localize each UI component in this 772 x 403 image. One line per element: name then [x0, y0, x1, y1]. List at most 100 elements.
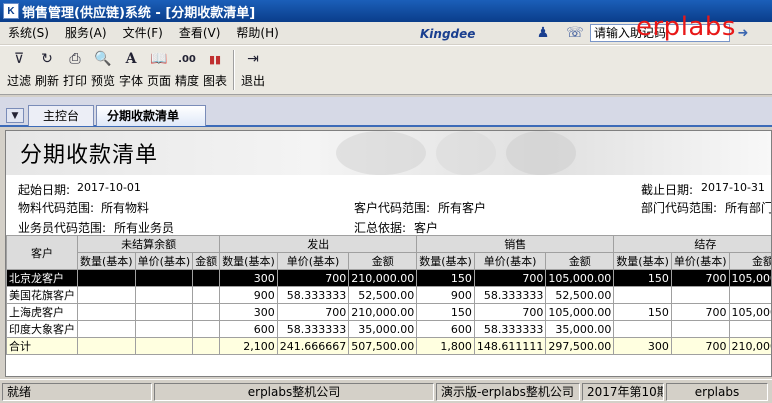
table-cell[interactable] — [670, 286, 730, 304]
table-cell[interactable]: 150 — [613, 269, 672, 287]
print-button[interactable]: ⎙ 打印 — [61, 46, 89, 94]
precision-button[interactable]: .00 精度 — [173, 46, 201, 94]
menu-help[interactable]: 帮助(H) — [228, 22, 286, 44]
column-header-amount[interactable]: 金额 — [348, 252, 418, 270]
table-cell[interactable]: 58.333333 — [276, 320, 350, 338]
page-button[interactable]: 📖 页面 — [145, 46, 173, 94]
table-cell[interactable]: 58.333333 — [276, 286, 350, 304]
table-cell[interactable]: 297,500.00 — [545, 337, 615, 355]
table-cell[interactable]: 600 — [416, 320, 475, 338]
column-header-qty[interactable]: 数量(基本) — [416, 252, 475, 270]
table-cell[interactable]: 700 — [670, 269, 730, 287]
column-header-price[interactable]: 单价(基本) — [134, 252, 194, 270]
table-cell-customer[interactable]: 北京龙客户 — [6, 269, 78, 287]
table-cell[interactable]: 700 — [276, 269, 350, 287]
table-cell[interactable]: 241.666667 — [276, 337, 350, 355]
table-row[interactable]: 上海虎客户 300 700 210,000.00 150 700 105,000.00 … — [6, 303, 771, 321]
preview-button[interactable]: 🔍 预览 — [89, 46, 117, 94]
table-cell[interactable]: 105,000.00 — [728, 303, 771, 321]
filter-button[interactable]: ⊽ 过滤 — [5, 46, 33, 94]
table-cell[interactable] — [670, 320, 730, 338]
tab-dropdown-icon[interactable]: ▼ — [6, 108, 24, 123]
column-header-amount[interactable]: 金额 — [545, 252, 615, 270]
table-cell-customer[interactable]: 合计 — [6, 337, 78, 355]
table-cell[interactable]: 105,000.00 — [545, 269, 615, 287]
table-cell[interactable] — [134, 303, 194, 321]
table-cell[interactable]: 150 — [613, 303, 672, 321]
help-search-go-icon[interactable]: ➜ — [735, 24, 751, 42]
column-header-price[interactable]: 单价(基本) — [670, 252, 730, 270]
table-cell[interactable]: 150 — [416, 269, 475, 287]
font-button[interactable]: A 字体 — [117, 46, 145, 94]
menu-file[interactable]: 文件(F) — [115, 22, 171, 44]
table-cell[interactable]: 150 — [416, 303, 475, 321]
table-cell-customer[interactable]: 上海虎客户 — [6, 303, 78, 321]
table-cell[interactable]: 700 — [276, 303, 350, 321]
table-cell[interactable]: 900 — [416, 286, 475, 304]
table-cell[interactable] — [134, 286, 194, 304]
table-cell[interactable] — [134, 269, 194, 287]
table-cell[interactable]: 58.333333 — [473, 320, 547, 338]
column-header-qty[interactable]: 数量(基本) — [613, 252, 672, 270]
table-cell[interactable]: 58.333333 — [473, 286, 547, 304]
table-cell-customer[interactable]: 印度大象客户 — [6, 320, 78, 338]
column-header-amount[interactable]: 金额 — [192, 252, 221, 270]
tab-console[interactable]: 主控台 — [28, 105, 94, 126]
table-cell[interactable]: 507,500.00 — [348, 337, 418, 355]
column-header-customer[interactable]: 客户 — [6, 235, 78, 270]
column-header-price[interactable]: 单价(基本) — [276, 252, 350, 270]
table-cell[interactable]: 52,500.00 — [348, 286, 418, 304]
tab-installment-list[interactable]: 分期收款清单✕ — [96, 105, 206, 144]
table-cell[interactable] — [192, 320, 221, 338]
table-cell[interactable]: 300 — [219, 269, 278, 287]
table-cell[interactable] — [728, 320, 771, 338]
table-cell[interactable]: 300 — [613, 337, 672, 355]
phone-icon[interactable]: ☏ — [566, 24, 584, 42]
table-cell[interactable] — [728, 286, 771, 304]
table-cell[interactable]: 210,000.00 — [348, 303, 418, 321]
table-cell-customer[interactable]: 美国花旗客户 — [6, 286, 78, 304]
table-cell[interactable]: 700 — [473, 303, 547, 321]
table-cell[interactable]: 700 — [670, 303, 730, 321]
table-cell[interactable]: 700 — [473, 269, 547, 287]
column-header-qty[interactable]: 数量(基本) — [77, 252, 136, 270]
table-cell[interactable]: 35,000.00 — [348, 320, 418, 338]
table-total-row[interactable]: 合计 2,100 241.666667 507,500.00 1,800 148.61… — [6, 337, 771, 355]
table-cell[interactable]: 35,000.00 — [545, 320, 615, 338]
table-cell[interactable]: 105,000.00 — [545, 303, 615, 321]
table-cell[interactable] — [77, 303, 136, 321]
table-cell[interactable]: 700 — [670, 337, 730, 355]
table-cell[interactable]: 52,500.00 — [545, 286, 615, 304]
table-cell[interactable]: 210,000.00 — [728, 337, 771, 355]
table-cell[interactable]: 2,100 — [219, 337, 278, 355]
table-cell[interactable] — [134, 320, 194, 338]
chart-button[interactable]: ▮▮ 图表 — [201, 46, 229, 94]
table-cell[interactable]: 600 — [219, 320, 278, 338]
table-cell[interactable]: 900 — [219, 286, 278, 304]
menu-view[interactable]: 查看(V) — [171, 22, 229, 44]
table-cell[interactable] — [192, 269, 221, 287]
table-cell[interactable] — [613, 320, 672, 338]
table-cell[interactable] — [192, 303, 221, 321]
table-cell[interactable]: 148.611111 — [473, 337, 547, 355]
menu-service[interactable]: 服务(A) — [57, 22, 115, 44]
table-cell[interactable] — [192, 337, 221, 355]
column-header-price[interactable]: 单价(基本) — [473, 252, 547, 270]
column-header-qty[interactable]: 数量(基本) — [219, 252, 278, 270]
table-cell[interactable] — [77, 269, 136, 287]
people-icon[interactable]: ♟ — [534, 24, 552, 42]
table-cell[interactable] — [77, 320, 136, 338]
table-row[interactable]: 印度大象客户 600 58.333333 35,000.00 600 58.33333… — [6, 320, 771, 338]
exit-button[interactable]: ⇥ 退出 — [239, 46, 267, 94]
refresh-button[interactable]: ↻ 刷新 — [33, 46, 61, 94]
table-cell[interactable]: 300 — [219, 303, 278, 321]
column-header-amount[interactable]: 金额 — [728, 252, 771, 270]
table-cell[interactable] — [77, 337, 136, 355]
menu-system[interactable]: 系统(S) — [0, 22, 57, 44]
table-cell[interactable] — [192, 286, 221, 304]
table-cell[interactable]: 210,000.00 — [348, 269, 418, 287]
table-cell[interactable] — [77, 286, 136, 304]
table-cell[interactable]: 1,800 — [416, 337, 475, 355]
table-row[interactable]: 美国花旗客户 900 58.333333 52,500.00 900 58.33333… — [6, 286, 771, 304]
table-row[interactable]: 北京龙客户 300 700 210,000.00 150 700 105,000.00 … — [6, 269, 771, 287]
